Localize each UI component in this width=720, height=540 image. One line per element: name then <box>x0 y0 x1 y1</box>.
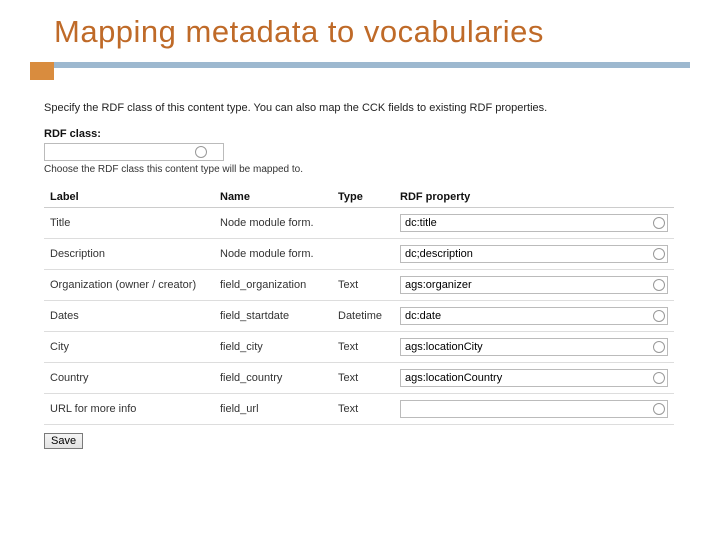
cell-name: Node module form. <box>214 239 332 270</box>
cell-name: field_url <box>214 394 332 425</box>
cell-prop <box>394 332 674 363</box>
table-row: Organization (owner / creator)field_orga… <box>44 270 674 301</box>
autocomplete-throbber-icon <box>653 341 665 353</box>
rdf-property-input[interactable] <box>405 370 649 386</box>
cell-label: URL for more info <box>44 394 214 425</box>
rdf-property-input[interactable] <box>405 246 649 262</box>
col-header-name: Name <box>214 187 332 208</box>
autocomplete-throbber-icon <box>653 403 665 415</box>
autocomplete-throbber-icon <box>195 146 207 158</box>
save-button[interactable]: Save <box>44 433 83 449</box>
intro-text: Specify the RDF class of this content ty… <box>44 102 690 114</box>
cell-label: Dates <box>44 301 214 332</box>
rdf-class-input[interactable] <box>49 144 191 160</box>
cell-type <box>332 239 394 270</box>
rdf-property-combo[interactable] <box>400 338 668 356</box>
cell-prop <box>394 394 674 425</box>
cell-prop <box>394 239 674 270</box>
table-row: DescriptionNode module form. <box>44 239 674 270</box>
divider-bar <box>54 62 690 68</box>
title-rule <box>30 62 690 80</box>
autocomplete-throbber-icon <box>653 372 665 384</box>
cell-name: field_startdate <box>214 301 332 332</box>
table-row: Cityfield_cityText <box>44 332 674 363</box>
cell-label: City <box>44 332 214 363</box>
cell-prop <box>394 301 674 332</box>
cell-type <box>332 208 394 239</box>
rdf-property-input[interactable] <box>405 339 649 355</box>
rdf-class-combo[interactable] <box>44 143 224 161</box>
mapping-table: Label Name Type RDF property TitleNode m… <box>44 187 674 425</box>
page-title: Mapping metadata to vocabularies <box>54 14 690 50</box>
table-row: Datesfield_startdateDatetime <box>44 301 674 332</box>
table-row: URL for more infofield_urlText <box>44 394 674 425</box>
cell-label: Description <box>44 239 214 270</box>
cell-type: Datetime <box>332 301 394 332</box>
autocomplete-throbber-icon <box>653 248 665 260</box>
cell-label: Organization (owner / creator) <box>44 270 214 301</box>
rdf-property-input[interactable] <box>405 277 649 293</box>
autocomplete-throbber-icon <box>653 310 665 322</box>
rdf-property-combo[interactable] <box>400 214 668 232</box>
cell-prop <box>394 363 674 394</box>
autocomplete-throbber-icon <box>653 217 665 229</box>
col-header-prop: RDF property <box>394 187 674 208</box>
cell-name: field_country <box>214 363 332 394</box>
cell-type: Text <box>332 270 394 301</box>
table-row: TitleNode module form. <box>44 208 674 239</box>
rdf-property-input[interactable] <box>405 308 649 324</box>
table-row: Countryfield_countryText <box>44 363 674 394</box>
col-header-type: Type <box>332 187 394 208</box>
cell-prop <box>394 270 674 301</box>
accent-block <box>30 62 54 80</box>
rdf-property-input[interactable] <box>405 215 649 231</box>
rdf-property-combo[interactable] <box>400 400 668 418</box>
cell-type: Text <box>332 394 394 425</box>
cell-type: Text <box>332 363 394 394</box>
cell-name: field_organization <box>214 270 332 301</box>
rdf-property-combo[interactable] <box>400 245 668 263</box>
col-header-label: Label <box>44 187 214 208</box>
rdf-class-helper: Choose the RDF class this content type w… <box>44 164 690 175</box>
cell-name: Node module form. <box>214 208 332 239</box>
rdf-property-combo[interactable] <box>400 307 668 325</box>
cell-label: Country <box>44 363 214 394</box>
rdf-property-input[interactable] <box>405 401 649 417</box>
autocomplete-throbber-icon <box>653 279 665 291</box>
rdf-property-combo[interactable] <box>400 369 668 387</box>
cell-name: field_city <box>214 332 332 363</box>
cell-type: Text <box>332 332 394 363</box>
rdf-class-label: RDF class: <box>44 128 690 140</box>
cell-prop <box>394 208 674 239</box>
rdf-property-combo[interactable] <box>400 276 668 294</box>
cell-label: Title <box>44 208 214 239</box>
